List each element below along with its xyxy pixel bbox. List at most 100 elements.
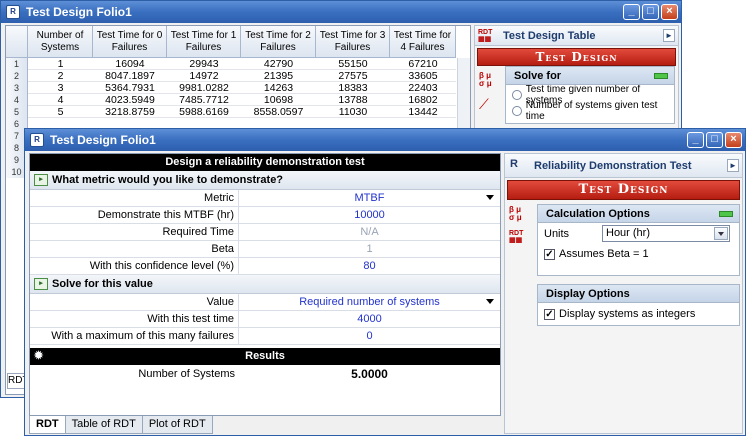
row-header[interactable]: 5 bbox=[6, 106, 28, 118]
row-header[interactable]: 2 bbox=[6, 70, 28, 82]
metric-section[interactable]: ▸ What metric would you like to demonstr… bbox=[30, 171, 500, 190]
table-cell[interactable]: 8047.1897 bbox=[93, 70, 167, 82]
test-time-input[interactable]: 4000 bbox=[239, 311, 500, 327]
front-window-titlebar[interactable]: R Test Design Folio1 _ □ × bbox=[25, 129, 745, 151]
assumes-beta-checkbox[interactable]: ✓ Assumes Beta = 1 bbox=[538, 245, 739, 263]
table-cell[interactable]: 10698 bbox=[241, 94, 316, 106]
table-cell[interactable]: 3 bbox=[28, 82, 93, 94]
collapse-section-icon[interactable]: ▸ bbox=[34, 174, 48, 186]
row-max-failures[interactable]: With a maximum of this many failures 0 bbox=[30, 328, 500, 345]
table-cell[interactable]: 29943 bbox=[167, 58, 241, 70]
table-cell[interactable]: 42790 bbox=[241, 58, 316, 70]
function-icon[interactable]: β μσ μ bbox=[479, 72, 501, 88]
table-cell[interactable]: 4 bbox=[28, 94, 93, 106]
test-design-banner: Test Design bbox=[507, 180, 740, 200]
plot-icon[interactable]: ⟋ bbox=[479, 96, 501, 113]
row-test-time[interactable]: With this test time 4000 bbox=[30, 311, 500, 328]
table-cell[interactable]: 4023.5949 bbox=[93, 94, 167, 106]
maximize-button[interactable]: □ bbox=[642, 4, 659, 20]
table-cell[interactable]: 5364.7931 bbox=[93, 82, 167, 94]
table-cell[interactable]: 33605 bbox=[390, 70, 456, 82]
column-header[interactable]: Test Time for 3 Failures bbox=[316, 26, 390, 58]
solve-section[interactable]: ▸ Solve for this value bbox=[30, 275, 500, 294]
row-header[interactable]: 1 bbox=[6, 58, 28, 70]
row-header[interactable]: 3 bbox=[6, 82, 28, 94]
table-cell[interactable]: 55150 bbox=[316, 58, 390, 70]
table-cell[interactable]: 22403 bbox=[390, 82, 456, 94]
panel-expand-button[interactable]: ► bbox=[727, 159, 739, 172]
calculation-options-header[interactable]: Calculation Options bbox=[538, 205, 739, 223]
table-cell[interactable]: 7485.7712 bbox=[167, 94, 241, 106]
checkbox-checked-icon[interactable]: ✓ bbox=[544, 248, 555, 260]
minimize-button[interactable]: _ bbox=[623, 4, 640, 20]
row-mtbf[interactable]: Demonstrate this MTBF (hr) 10000 bbox=[30, 207, 500, 224]
tab-plot-of-rdt[interactable]: Plot of RDT bbox=[141, 416, 213, 434]
display-integers-checkbox[interactable]: ✓ Display systems as integers bbox=[538, 305, 739, 323]
collapse-icon[interactable] bbox=[719, 211, 733, 217]
collapse-section-icon[interactable]: ▸ bbox=[34, 278, 48, 290]
panel-title: Test Design Table bbox=[503, 29, 596, 42]
gear-icon[interactable]: ✹ bbox=[34, 348, 43, 365]
dropdown-arrow-icon[interactable] bbox=[486, 299, 494, 304]
front-window: R Test Design Folio1 _ □ × Design a reli… bbox=[24, 128, 746, 436]
mtbf-input[interactable]: 10000 bbox=[239, 207, 500, 223]
back-window-titlebar[interactable]: R Test Design Folio1 _ □ × bbox=[1, 1, 681, 23]
table-cell[interactable]: 67210 bbox=[390, 58, 456, 70]
table-cell[interactable]: 16094 bbox=[93, 58, 167, 70]
row-beta: Beta 1 bbox=[30, 241, 500, 258]
max-failures-input[interactable]: 0 bbox=[239, 328, 500, 344]
grid-corner[interactable] bbox=[6, 26, 28, 58]
column-header[interactable]: Test Time for 4 Failures bbox=[390, 26, 456, 58]
collapse-icon[interactable] bbox=[654, 73, 668, 79]
column-header[interactable]: Test Time for 0 Failures bbox=[93, 26, 167, 58]
dropdown-arrow-icon[interactable] bbox=[486, 195, 494, 200]
table-cell[interactable]: 13788 bbox=[316, 94, 390, 106]
table-cell[interactable]: 9981.0282 bbox=[167, 82, 241, 94]
row-value[interactable]: Value Required number of systems bbox=[30, 294, 500, 311]
table-cell[interactable]: 18383 bbox=[316, 82, 390, 94]
table-cell[interactable]: 3218.8759 bbox=[93, 106, 167, 118]
column-header[interactable]: Test Time for 2 Failures bbox=[241, 26, 316, 58]
checkbox-checked-icon[interactable]: ✓ bbox=[544, 308, 555, 320]
tab-rdt[interactable]: RDT bbox=[29, 416, 66, 434]
chevron-down-icon[interactable] bbox=[714, 227, 728, 240]
table-cell[interactable]: 2 bbox=[28, 70, 93, 82]
table-cell[interactable]: 1 bbox=[28, 58, 93, 70]
row-header[interactable]: 4 bbox=[6, 94, 28, 106]
radio-icon bbox=[512, 106, 522, 116]
front-window-title: Test Design Folio1 bbox=[50, 133, 156, 147]
tab-table-of-rdt[interactable]: Table of RDT bbox=[64, 416, 143, 434]
confidence-input[interactable]: 80 bbox=[239, 258, 500, 274]
table-cell[interactable]: 13442 bbox=[390, 106, 456, 118]
minimize-button[interactable]: _ bbox=[687, 132, 704, 148]
panel-expand-button[interactable]: ► bbox=[663, 29, 675, 42]
metric-dropdown[interactable]: MTBF bbox=[239, 190, 500, 206]
row-result: Number of Systems 5.0000 bbox=[30, 365, 500, 384]
table-cell[interactable]: 14263 bbox=[241, 82, 316, 94]
function-icon[interactable]: β μσ μ bbox=[509, 206, 531, 222]
row-confidence[interactable]: With this confidence level (%) 80 bbox=[30, 258, 500, 275]
table-cell[interactable]: 14972 bbox=[167, 70, 241, 82]
close-button[interactable]: × bbox=[725, 132, 742, 148]
table-cell[interactable]: 5988.6169 bbox=[167, 106, 241, 118]
radio-number-of-systems[interactable]: Number of systems given test time bbox=[506, 100, 674, 122]
column-header[interactable]: Number of Systems bbox=[28, 26, 93, 58]
column-header[interactable]: Test Time for 1 Failures bbox=[167, 26, 241, 58]
maximize-button[interactable]: □ bbox=[706, 132, 723, 148]
table-cell[interactable]: 27575 bbox=[316, 70, 390, 82]
solve-for-header[interactable]: Solve for bbox=[506, 67, 674, 85]
table-cell[interactable]: 21395 bbox=[241, 70, 316, 82]
table-cell[interactable]: 8558.0597 bbox=[241, 106, 316, 118]
table-cell[interactable]: 5 bbox=[28, 106, 93, 118]
table-cell[interactable]: 11030 bbox=[316, 106, 390, 118]
required-time-value: N/A bbox=[360, 226, 379, 238]
row-metric[interactable]: Metric MTBF bbox=[30, 190, 500, 207]
units-select[interactable]: Hour (hr) bbox=[602, 225, 730, 242]
display-options-header[interactable]: Display Options bbox=[538, 285, 739, 303]
sheet-tabs: RDT Table of RDT Plot of RDT bbox=[29, 416, 213, 434]
results-header[interactable]: ✹ Results bbox=[30, 348, 500, 365]
table-cell[interactable]: 16802 bbox=[390, 94, 456, 106]
close-button[interactable]: × bbox=[661, 4, 678, 20]
rdt-table-icon[interactable]: RDT ▦▦ bbox=[509, 230, 531, 244]
value-dropdown[interactable]: Required number of systems bbox=[239, 294, 500, 310]
